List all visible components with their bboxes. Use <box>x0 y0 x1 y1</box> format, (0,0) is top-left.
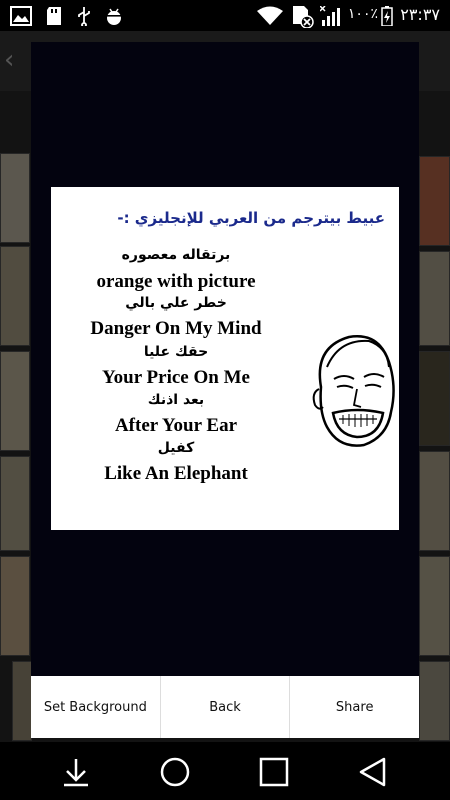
gallery-icon <box>10 6 32 26</box>
meme-line: Like An Elephant <box>104 463 248 484</box>
status-bar: ١٠٠٪ ٢٣:٣٧ <box>0 0 450 31</box>
back-icon[interactable] <box>357 756 389 788</box>
clock: ٢٣:٣٧ <box>400 5 440 24</box>
sim-off-icon <box>293 6 314 28</box>
meme-line: After Your Ear <box>114 415 238 436</box>
usb-icon <box>78 7 90 26</box>
meme-line: orange with picture <box>96 271 256 292</box>
recents-icon[interactable] <box>258 756 290 788</box>
meme-line: بعد اذنك <box>147 392 205 408</box>
wifi-icon <box>257 6 283 25</box>
battery-icon <box>381 6 393 26</box>
navigation-bar <box>0 742 450 800</box>
signal-icon <box>320 6 340 26</box>
set-background-button[interactable]: Set Background <box>31 676 161 738</box>
meme-face-illustration <box>312 335 395 447</box>
android-debug-icon <box>107 8 121 25</box>
meme-line: حقك عليا <box>143 344 209 360</box>
back-button[interactable]: Back <box>161 676 291 738</box>
meme-line: برتقاله معصوره <box>121 247 231 263</box>
meme-line: خطر علي بالي <box>125 295 227 311</box>
meme-image: عبيط بيترجم من العربي للإنجليزي :- برتقا… <box>51 187 399 530</box>
home-icon[interactable] <box>159 756 191 788</box>
battery-percent: ١٠٠٪ <box>347 6 378 22</box>
download-icon[interactable] <box>60 756 92 788</box>
meme-line: كفيل <box>157 440 195 456</box>
share-button[interactable]: Share <box>290 676 419 738</box>
sd-card-icon <box>47 7 61 25</box>
meme-line: Danger On My Mind <box>90 318 262 339</box>
dialog-button-row: Set Background Back Share <box>31 676 419 738</box>
meme-title: عبيط بيترجم من العربي للإنجليزي :- <box>117 209 385 227</box>
image-preview-dialog: عبيط بيترجم من العربي للإنجليزي :- برتقا… <box>31 42 419 738</box>
meme-line: Your Price On Me <box>102 367 250 388</box>
